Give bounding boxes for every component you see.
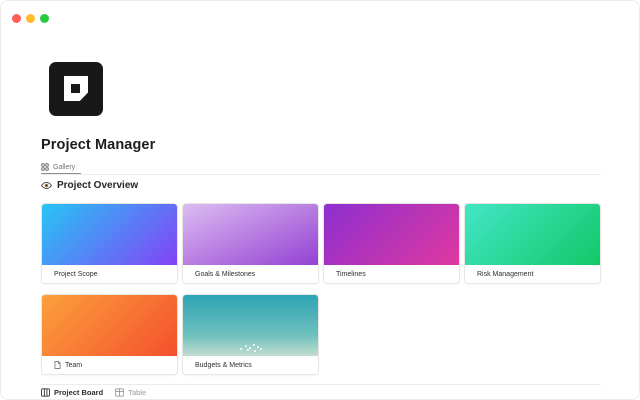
card-cover xyxy=(183,295,318,357)
logo-dot-shape xyxy=(71,84,80,93)
board-section-divider xyxy=(41,384,601,385)
page-title: Project Manager xyxy=(41,137,155,153)
board-section-title: Project Board xyxy=(54,388,103,397)
card-title: Team xyxy=(42,356,177,374)
card-cover xyxy=(324,204,459,266)
view-tab-label: Gallery xyxy=(53,164,75,171)
gallery-card-budgets-metrics[interactable]: Budgets & Metrics xyxy=(182,294,319,375)
gallery-card-risk-management[interactable]: Risk Management xyxy=(464,203,601,284)
gallery-card-project-scope[interactable]: Project Scope xyxy=(41,203,178,284)
card-title: Risk Management xyxy=(465,265,600,283)
zoom-window-button[interactable] xyxy=(40,14,49,23)
overview-section-title: Project Overview xyxy=(57,180,138,191)
table-icon xyxy=(115,388,124,397)
tab-project-board[interactable]: Project Board xyxy=(41,388,103,397)
gallery-grid-icon xyxy=(41,163,49,171)
eye-icon xyxy=(41,180,52,191)
overview-section-header[interactable]: Project Overview xyxy=(41,180,138,191)
card-title: Goals & Milestones xyxy=(183,265,318,283)
page-logo-icon[interactable] xyxy=(49,62,103,116)
gallery-card-timelines[interactable]: Timelines xyxy=(323,203,460,284)
table-tab-label: Table xyxy=(128,388,146,397)
board-section-header: Project Board Table xyxy=(41,388,146,397)
tab-table[interactable]: Table xyxy=(115,388,146,397)
card-cover xyxy=(42,295,177,357)
tabbar-divider xyxy=(41,174,601,175)
app-window: Project Manager Gallery Project Overview… xyxy=(0,0,640,400)
view-tab-gallery[interactable]: Gallery xyxy=(41,161,75,173)
card-title: Timelines xyxy=(324,265,459,283)
card-title: Budgets & Metrics xyxy=(183,356,318,374)
close-window-button[interactable] xyxy=(12,14,21,23)
card-cover xyxy=(183,204,318,266)
card-cover xyxy=(465,204,600,266)
cover-speckles xyxy=(245,345,247,347)
gallery-card-goals-milestones[interactable]: Goals & Milestones xyxy=(182,203,319,284)
card-title: Project Scope xyxy=(42,265,177,283)
board-columns-icon xyxy=(41,388,50,397)
minimize-window-button[interactable] xyxy=(26,14,35,23)
gallery-card-team[interactable]: Team xyxy=(41,294,178,375)
card-cover xyxy=(42,204,177,266)
page-icon xyxy=(54,361,61,369)
